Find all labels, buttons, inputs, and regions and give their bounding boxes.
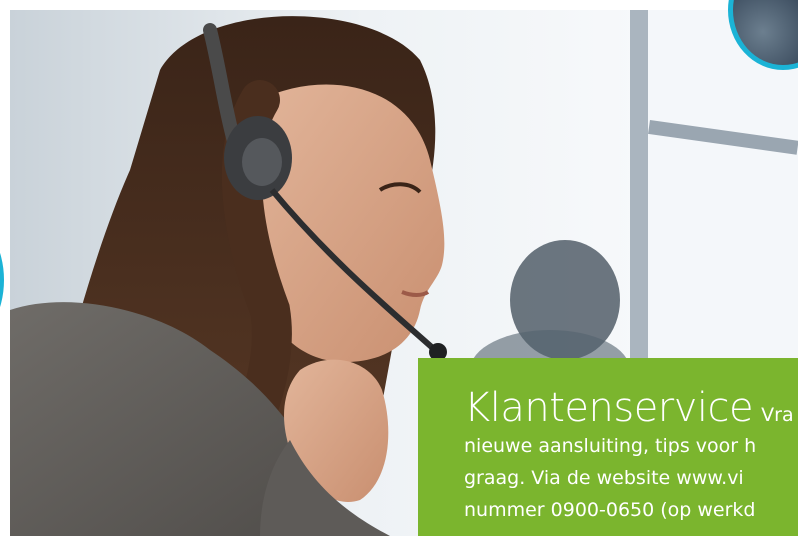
- brochure-page: Klantenservice Vra nieuwe aansluiting, ti…: [0, 0, 798, 536]
- decorative-ring-left: [0, 220, 4, 340]
- panel-text: Klantenservice Vra nieuwe aansluiting, ti…: [464, 386, 798, 526]
- klantenservice-panel: Klantenservice Vra nieuwe aansluiting, ti…: [418, 358, 798, 536]
- panel-lead-text: Vra: [761, 404, 794, 426]
- panel-text-line-3: nummer 0900-0650 (op werkd: [464, 499, 756, 521]
- panel-text-line-1: nieuwe aansluiting, tips voor h: [464, 435, 757, 457]
- panel-heading: Klantenservice: [464, 385, 754, 431]
- panel-text-line-2: graag. Via de website www.vi: [464, 467, 744, 489]
- heading-line: Klantenservice Vra: [464, 386, 798, 430]
